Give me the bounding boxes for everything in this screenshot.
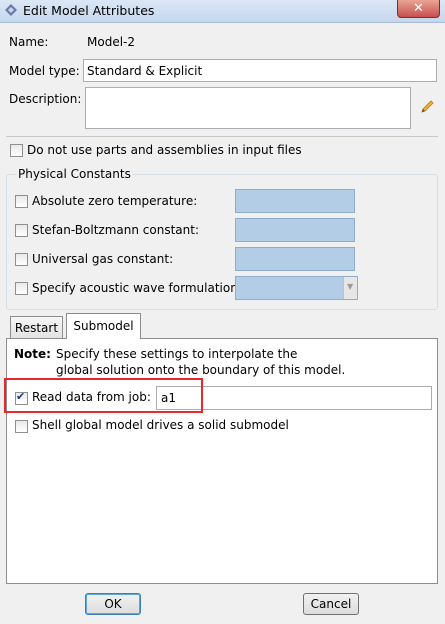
absolute-zero-checkbox[interactable]	[15, 195, 28, 208]
note-label: Note:	[14, 347, 51, 361]
no-parts-label: Do not use parts and assemblies in input…	[27, 143, 302, 157]
tab-restart[interactable]: Restart	[10, 316, 63, 338]
name-value: Model-2	[87, 35, 135, 49]
cancel-button[interactable]: Cancel	[303, 593, 359, 615]
separator	[6, 136, 438, 137]
acoustic-wave-label: Specify acoustic wave formulation:	[32, 281, 242, 295]
close-button[interactable]: ✕	[397, 0, 440, 18]
universal-gas-field[interactable]	[235, 247, 355, 271]
title-bar: Edit Model Attributes ✕	[0, 0, 445, 23]
universal-gas-label: Universal gas constant:	[32, 252, 174, 266]
note-text-line1: Specify these settings to interpolate th…	[56, 347, 298, 361]
window-app-icon	[5, 4, 17, 16]
pencil-icon[interactable]	[419, 99, 435, 115]
model-type-label: Model type:	[9, 64, 80, 78]
description-label: Description:	[9, 92, 82, 106]
name-label: Name:	[9, 35, 49, 49]
dropdown-arrow-button[interactable]: ▼	[343, 277, 357, 299]
stefan-boltzmann-field[interactable]	[235, 218, 355, 242]
no-parts-checkbox[interactable]	[10, 144, 23, 157]
dialog-window: Edit Model Attributes ✕ Name: Model-2 Mo…	[0, 0, 445, 624]
submodel-tab-panel: Note: Specify these settings to interpol…	[6, 338, 438, 584]
shell-global-checkbox[interactable]	[15, 420, 28, 433]
model-type-field[interactable]: Standard & Explicit	[83, 59, 437, 82]
universal-gas-checkbox[interactable]	[15, 253, 28, 266]
window-title: Edit Model Attributes	[23, 3, 155, 18]
acoustic-wave-select[interactable]: ▼	[235, 276, 358, 300]
shell-global-label: Shell global model drives a solid submod…	[32, 418, 289, 432]
physical-constants-title: Physical Constants	[16, 167, 133, 181]
tab-submodel-label: Submodel	[73, 319, 134, 333]
close-icon: ✕	[413, 1, 424, 16]
absolute-zero-field[interactable]	[235, 189, 355, 213]
description-field[interactable]	[85, 87, 411, 129]
stefan-boltzmann-label: Stefan-Boltzmann constant:	[32, 223, 199, 237]
chevron-down-icon: ▼	[347, 282, 354, 291]
acoustic-wave-checkbox[interactable]	[15, 282, 28, 295]
note-text-line2: global solution onto the boundary of thi…	[56, 363, 346, 377]
tab-submodel[interactable]: Submodel	[66, 313, 141, 339]
highlight-annotation	[4, 378, 203, 413]
absolute-zero-label: Absolute zero temperature:	[32, 194, 198, 208]
ok-button[interactable]: OK	[85, 593, 141, 615]
stefan-boltzmann-checkbox[interactable]	[15, 224, 28, 237]
tab-restart-label: Restart	[14, 321, 59, 335]
model-type-value: Standard & Explicit	[87, 64, 203, 78]
